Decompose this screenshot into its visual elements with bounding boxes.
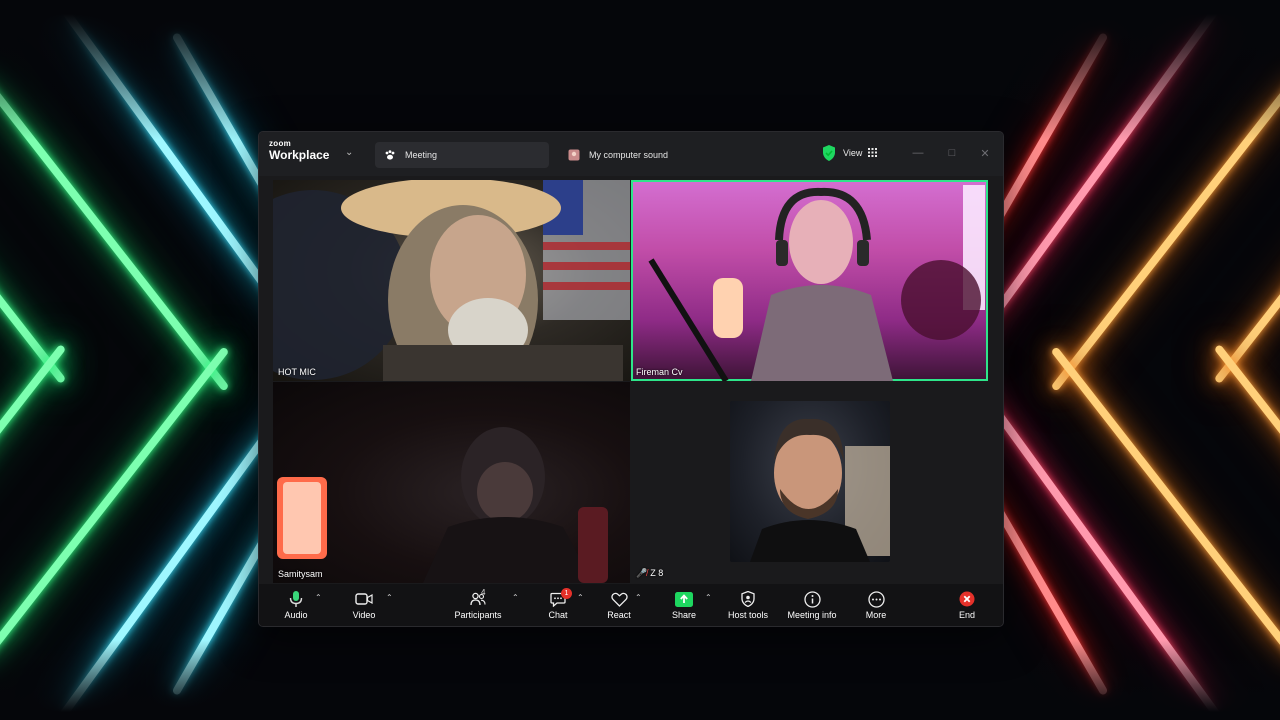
participant-name: Samitysam [278, 569, 323, 579]
tab-meeting[interactable]: Meeting [375, 142, 549, 168]
share-options-caret[interactable]: ⌃ [705, 593, 712, 602]
audio-button[interactable]: Audio [283, 584, 309, 626]
video-options-caret[interactable]: ⌃ [386, 593, 393, 602]
meeting-controls-toolbar: Audio ⌃ Video ⌃ 4 Participants ⌃ 1 Chat … [259, 584, 1003, 626]
brand-small: zoom [269, 139, 292, 148]
participant-video-feed [648, 185, 985, 381]
chat-options-caret[interactable]: ⌃ [577, 593, 584, 602]
grid-icon [868, 147, 878, 159]
end-button[interactable]: End [955, 584, 979, 626]
participants-label: Participants [454, 610, 502, 620]
share-label: Share [671, 610, 697, 620]
participant-name: Fireman Cv [636, 367, 683, 377]
end-meeting-icon [958, 590, 976, 608]
video-camera-icon [355, 590, 373, 608]
maximize-icon[interactable]: □ [943, 144, 961, 162]
chat-label: Chat [548, 610, 568, 620]
video-label: Video [352, 610, 376, 620]
paw-icon [383, 148, 397, 162]
participant-video-feed [730, 401, 890, 562]
info-icon [803, 590, 821, 608]
video-button[interactable]: Video [351, 584, 377, 626]
zoom-workplace-logo[interactable]: zoom Workplace [269, 139, 330, 163]
host-tools-label: Host tools [727, 610, 769, 620]
react-button[interactable]: React [607, 584, 631, 626]
tab-meeting-label: Meeting [405, 150, 438, 160]
encryption-shield-icon[interactable] [822, 145, 836, 161]
participants-count: 4 [481, 588, 486, 597]
participant-name-row: 🎤̸ Z 8 [634, 567, 665, 580]
participants-options-caret[interactable]: ⌃ [512, 593, 519, 602]
meeting-info-label: Meeting info [787, 610, 837, 620]
more-label: More [865, 610, 887, 620]
tab-my-computer-sound[interactable]: My computer sound [559, 142, 749, 168]
tab-sound-label: My computer sound [589, 150, 669, 160]
participant-name: HOT MIC [278, 367, 316, 377]
end-label: End [958, 610, 975, 620]
video-tile-z8[interactable]: 🎤̸ Z 8 [631, 382, 988, 583]
host-shield-icon [739, 590, 757, 608]
zoom-meeting-window: zoom Workplace ⌄ Meeting My computer sou… [259, 132, 1003, 626]
view-label: View [843, 148, 863, 158]
participants-button[interactable]: 4 Participants [453, 584, 503, 626]
minimize-icon[interactable]: — [909, 144, 927, 162]
participant-name: Z 8 [650, 568, 664, 578]
chat-unread-badge: 1 [561, 588, 572, 599]
share-button[interactable]: Share [669, 584, 699, 626]
mic-muted-icon: 🎤̸ [636, 568, 648, 578]
heart-icon [610, 590, 628, 608]
video-tile-samitysam[interactable]: Samitysam [273, 382, 630, 583]
host-tools-button[interactable]: Host tools [725, 584, 771, 626]
participant-video-feed [273, 180, 630, 381]
share-screen-icon [675, 590, 693, 608]
chevron-down-icon[interactable]: ⌄ [345, 147, 353, 158]
video-tile-hot-mic[interactable]: HOT MIC [273, 180, 630, 381]
view-button[interactable]: View [843, 144, 878, 162]
chat-icon: 1 [549, 588, 572, 608]
avatar-icon [567, 148, 581, 162]
title-bar: zoom Workplace ⌄ Meeting My computer sou… [259, 132, 1003, 176]
more-dots-icon [867, 590, 885, 608]
react-options-caret[interactable]: ⌃ [635, 593, 642, 602]
react-label: React [607, 610, 631, 620]
microphone-icon [287, 590, 305, 608]
close-icon[interactable]: ✕ [976, 144, 994, 162]
meeting-info-button[interactable]: Meeting info [785, 584, 839, 626]
chat-button[interactable]: 1 Chat [546, 584, 572, 626]
participant-video-feed [277, 427, 608, 583]
brand-name: Workplace [269, 148, 330, 162]
more-button[interactable]: More [863, 584, 889, 626]
audio-label: Audio [284, 610, 308, 620]
video-tile-fireman-cv[interactable]: Fireman Cv [631, 180, 988, 381]
audio-options-caret[interactable]: ⌃ [315, 593, 322, 602]
